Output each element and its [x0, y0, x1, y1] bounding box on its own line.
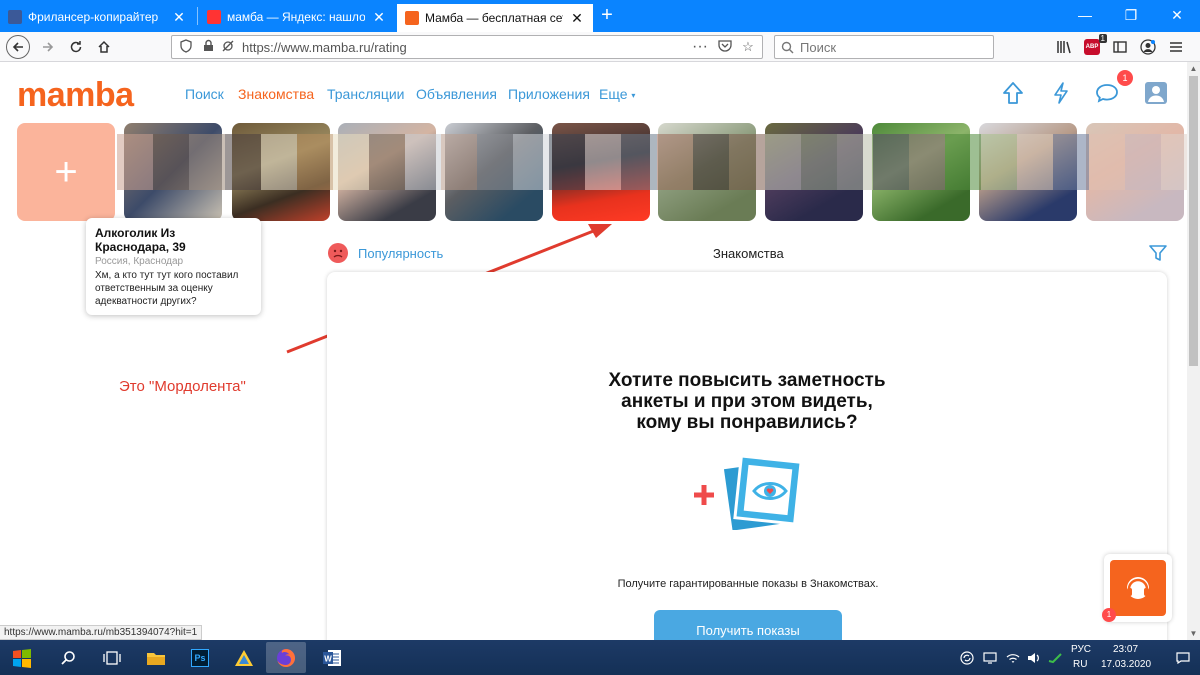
- home-icon[interactable]: [92, 35, 116, 59]
- tab-title: Мамба — бесплатная сеть зна: [425, 11, 563, 25]
- start-windows-icon[interactable]: [2, 642, 42, 673]
- photoshop-icon[interactable]: Ps: [182, 642, 218, 673]
- tab-mamba[interactable]: Мамба — бесплатная сеть зна ✕: [397, 2, 593, 32]
- abp-logo: ABP: [1084, 39, 1100, 55]
- bookmark-star-icon[interactable]: ☆: [740, 39, 756, 55]
- file-explorer-icon[interactable]: [138, 642, 174, 673]
- search-field[interactable]: Поиск: [774, 35, 994, 59]
- back-button[interactable]: [6, 35, 30, 59]
- tray-monitor-icon[interactable]: [980, 642, 1000, 673]
- section-title: Знакомства: [713, 246, 784, 261]
- plus-icon: +: [54, 149, 78, 194]
- annotation-label: Это "Мордолента": [119, 378, 246, 395]
- tab-title: Фрилансер-копирайтер: [28, 10, 159, 24]
- tab-title: мамба — Яндекс: нашлось 8 тыс: [227, 10, 365, 24]
- reload-icon[interactable]: [64, 35, 88, 59]
- lightning-icon[interactable]: [1048, 80, 1074, 106]
- new-tab-button[interactable]: +: [594, 2, 620, 30]
- promo-subtext: Получите гарантированные показы в Знаком…: [617, 578, 879, 590]
- pocket-icon[interactable]: [717, 39, 733, 55]
- menu-hamburger-icon[interactable]: [1166, 37, 1186, 57]
- sort-popularity-link[interactable]: Популярность: [358, 246, 443, 261]
- tooltip-name: Алкоголик Из Краснодара, 39: [95, 226, 186, 254]
- minimize-button[interactable]: —: [1062, 0, 1108, 32]
- close-tab-icon[interactable]: ✕: [171, 9, 187, 26]
- tray-volume-icon[interactable]: [1024, 642, 1044, 673]
- dropdown-caret-icon: ▾: [631, 90, 636, 100]
- profile-tooltip[interactable]: Алкоголик Из Краснодара, 39 Россия, Крас…: [86, 218, 261, 315]
- tab-separator: [197, 7, 198, 25]
- shield-icon[interactable]: [178, 39, 194, 55]
- tab-yandex[interactable]: мамба — Яндекс: нашлось 8 тыс ✕: [199, 2, 395, 32]
- messages-icon[interactable]: [1094, 80, 1120, 106]
- support-badge: 1: [1102, 608, 1116, 622]
- tray-wifi-icon[interactable]: [1003, 642, 1023, 673]
- address-bar[interactable]: https://www.mamba.ru/rating ··· ☆: [171, 35, 763, 59]
- tray-security-icon[interactable]: [1045, 642, 1065, 673]
- forward-arrow-icon[interactable]: [36, 35, 60, 59]
- close-window-button[interactable]: ✕: [1154, 0, 1200, 32]
- filter-funnel-icon[interactable]: [1148, 243, 1168, 263]
- menu-more-label: Еще: [599, 86, 628, 102]
- library-icon[interactable]: [1054, 37, 1074, 57]
- promo-heading: Хотите повысить заметность анкеты и при …: [608, 370, 886, 433]
- adblock-icon[interactable]: ABP 1: [1082, 34, 1107, 57]
- facebook-favicon-icon: [8, 10, 22, 24]
- notification-center-icon[interactable]: [1170, 642, 1196, 673]
- scroll-up-icon[interactable]: ▲: [1187, 62, 1200, 75]
- svg-text:W: W: [324, 654, 332, 663]
- menu-more[interactable]: Еще ▾: [599, 86, 635, 102]
- menu-apps[interactable]: Приложения: [508, 86, 590, 102]
- tray-date[interactable]: 17.03.2020: [1101, 659, 1151, 670]
- url-text: https://www.mamba.ru/rating: [242, 39, 407, 55]
- mamba-logo[interactable]: mamba: [17, 76, 134, 115]
- search-icon[interactable]: [50, 642, 86, 673]
- close-tab-icon[interactable]: ✕: [569, 10, 585, 27]
- task-view-icon[interactable]: [94, 642, 130, 673]
- sidebar-toggle-icon[interactable]: [1110, 37, 1130, 57]
- adblock-badge: 1: [1098, 34, 1107, 43]
- add-photo-tile[interactable]: +: [17, 123, 115, 221]
- word-icon[interactable]: W: [312, 642, 352, 673]
- menu-search[interactable]: Поиск: [185, 86, 224, 102]
- mamba-favicon-icon: [405, 11, 419, 25]
- firefox-icon[interactable]: [266, 642, 306, 673]
- tracking-protection-icon[interactable]: [220, 39, 236, 55]
- tab-freelancer[interactable]: Фрилансер-копирайтер ✕: [0, 2, 195, 32]
- tray-time[interactable]: 23:07: [1113, 644, 1138, 655]
- search-placeholder: Поиск: [800, 39, 837, 55]
- pixelated-overlay: [117, 134, 1197, 190]
- headset-icon: [1110, 560, 1166, 616]
- tray-language-short[interactable]: RU: [1073, 659, 1087, 670]
- account-icon[interactable]: [1138, 37, 1158, 57]
- profile-avatar-icon[interactable]: [1143, 80, 1169, 106]
- visibility-illustration-icon: [690, 454, 805, 531]
- boost-up-icon[interactable]: [1000, 80, 1026, 106]
- tooltip-message: Хм, а кто тут тут кого поставил ответств…: [95, 270, 239, 307]
- close-tab-icon[interactable]: ✕: [371, 9, 387, 26]
- page-actions-icon[interactable]: ···: [692, 39, 708, 55]
- tray-sync-icon[interactable]: [956, 642, 978, 673]
- tray-language[interactable]: РУС: [1071, 644, 1091, 655]
- notification-badge: 1: [1117, 70, 1133, 86]
- scroll-down-icon[interactable]: ▼: [1187, 627, 1200, 640]
- back-arrow-icon: [6, 35, 30, 59]
- restore-button[interactable]: ❐: [1108, 0, 1154, 32]
- scrollbar-thumb[interactable]: [1189, 76, 1198, 366]
- menu-broadcasts[interactable]: Трансляции: [327, 86, 404, 102]
- status-bar-url: https://www.mamba.ru/mb351394074?hit=1: [0, 625, 203, 640]
- sad-face-icon[interactable]: [328, 243, 348, 263]
- tooltip-location: Россия, Краснодар: [95, 256, 184, 267]
- menu-dating[interactable]: Знакомства: [238, 86, 314, 102]
- search-icon: [781, 41, 794, 54]
- app-triangle-icon[interactable]: [226, 642, 262, 673]
- ps-logo: Ps: [191, 648, 209, 667]
- lock-icon[interactable]: [200, 39, 216, 55]
- menu-ads[interactable]: Объявления: [416, 86, 497, 102]
- yandex-favicon-icon: [207, 10, 221, 24]
